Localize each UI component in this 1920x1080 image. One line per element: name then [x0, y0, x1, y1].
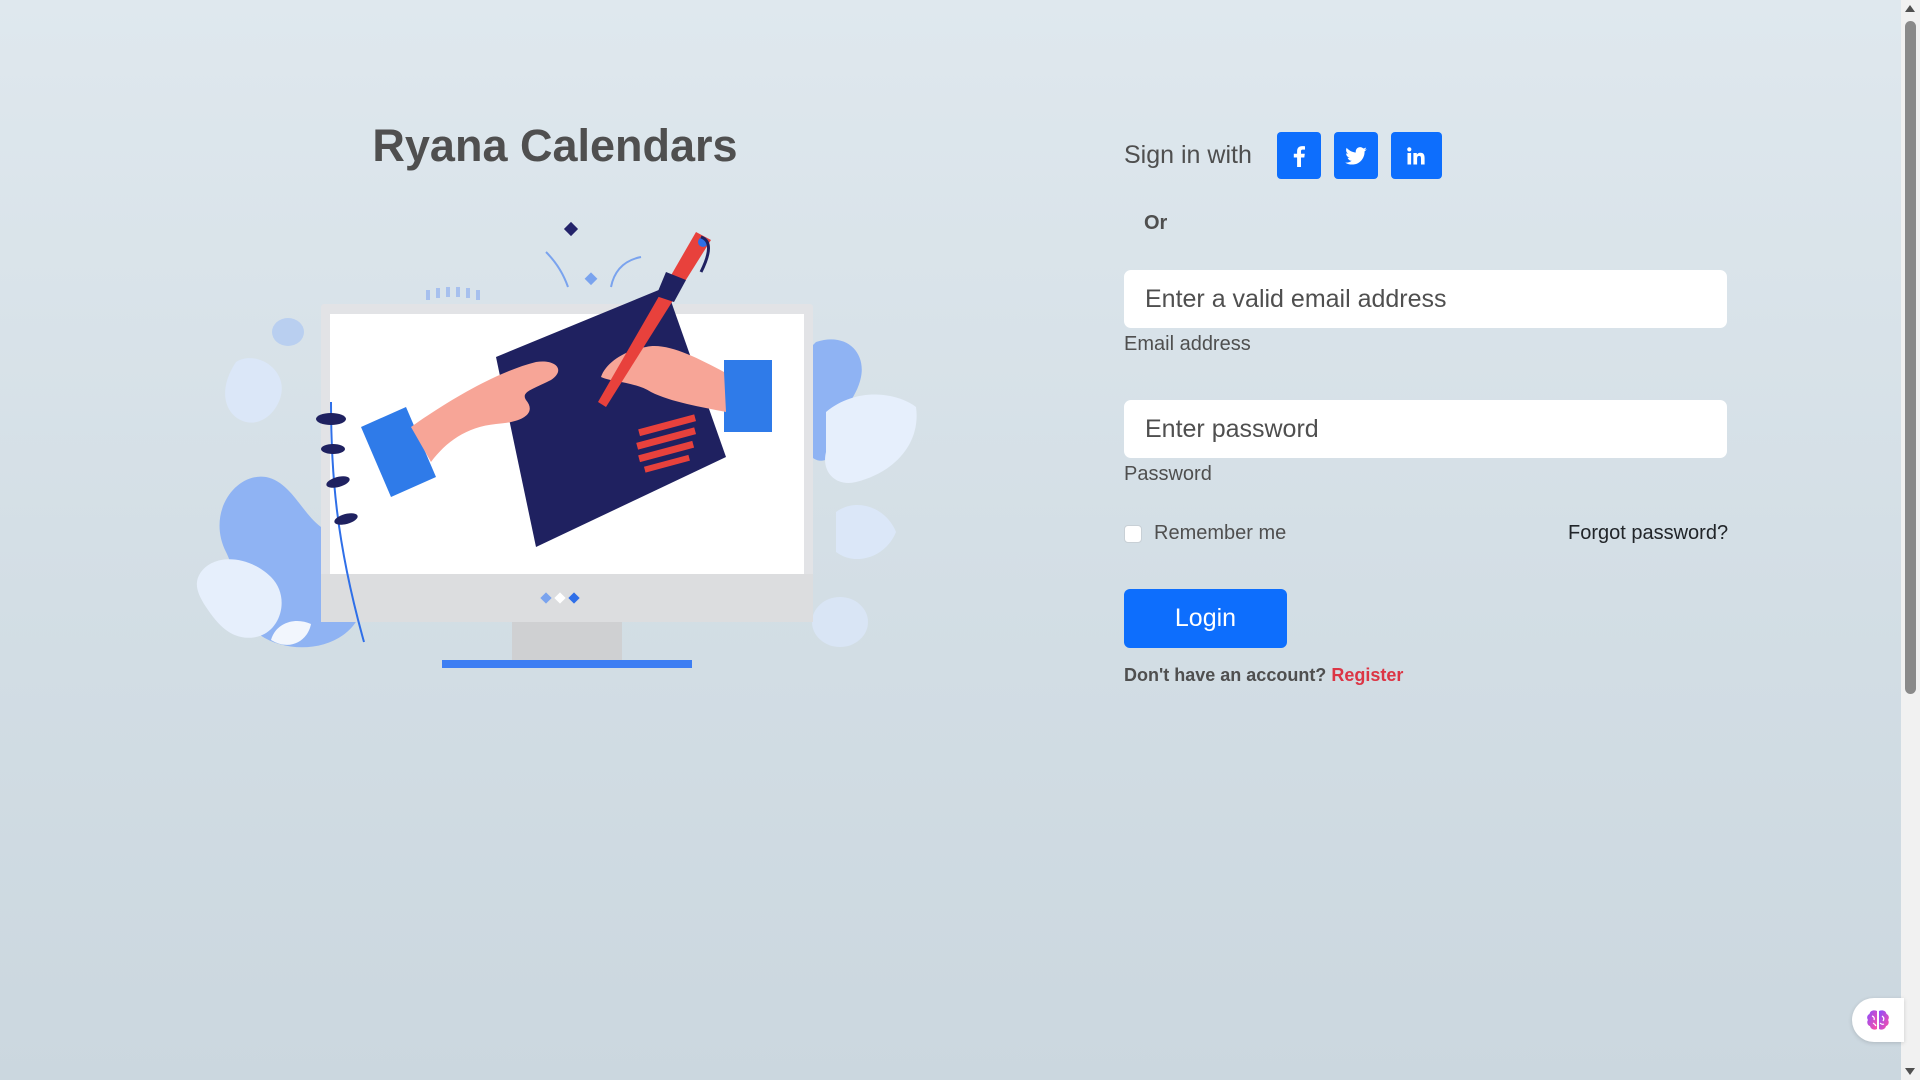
scroll-up-arrow-icon[interactable] [1905, 5, 1915, 12]
page-scrollbar[interactable] [1901, 0, 1920, 1080]
login-page: Ryana Calendars Sign in with Or Enter a … [0, 0, 1901, 1080]
register-link[interactable]: Register [1331, 665, 1403, 685]
forgot-password-link[interactable]: Forgot password? [1568, 522, 1728, 545]
assistant-widget-button[interactable] [1852, 998, 1904, 1042]
facebook-button[interactable] [1276, 132, 1321, 179]
scroll-thumb[interactable] [1905, 21, 1916, 694]
register-prompt: Don't have an account? Register [1124, 665, 1403, 686]
facebook-icon [1293, 145, 1305, 167]
register-prompt-text: Don't have an account? [1124, 665, 1327, 685]
social-signin-row: Sign in with [1124, 132, 1455, 179]
scroll-down-arrow-icon[interactable] [1905, 1068, 1915, 1075]
password-input[interactable] [1124, 400, 1727, 458]
or-divider: Or [1144, 212, 1168, 234]
calendar-illustration [196, 221, 917, 668]
email-input[interactable] [1124, 270, 1727, 328]
linkedin-icon [1407, 146, 1425, 164]
password-label: Password [1124, 463, 1212, 485]
email-label: Email address [1124, 333, 1251, 355]
brain-icon [1867, 1010, 1889, 1030]
linkedin-button[interactable] [1390, 132, 1442, 179]
remember-me-checkbox[interactable] [1124, 524, 1142, 543]
twitter-icon [1345, 146, 1367, 165]
login-button[interactable]: Login [1124, 589, 1287, 648]
remember-me-row: Remember me [1124, 522, 1286, 545]
twitter-button[interactable] [1333, 132, 1378, 179]
remember-me-label[interactable]: Remember me [1154, 522, 1286, 545]
brand-title: Ryana Calendars [372, 120, 738, 171]
signin-label: Sign in with [1124, 141, 1252, 169]
